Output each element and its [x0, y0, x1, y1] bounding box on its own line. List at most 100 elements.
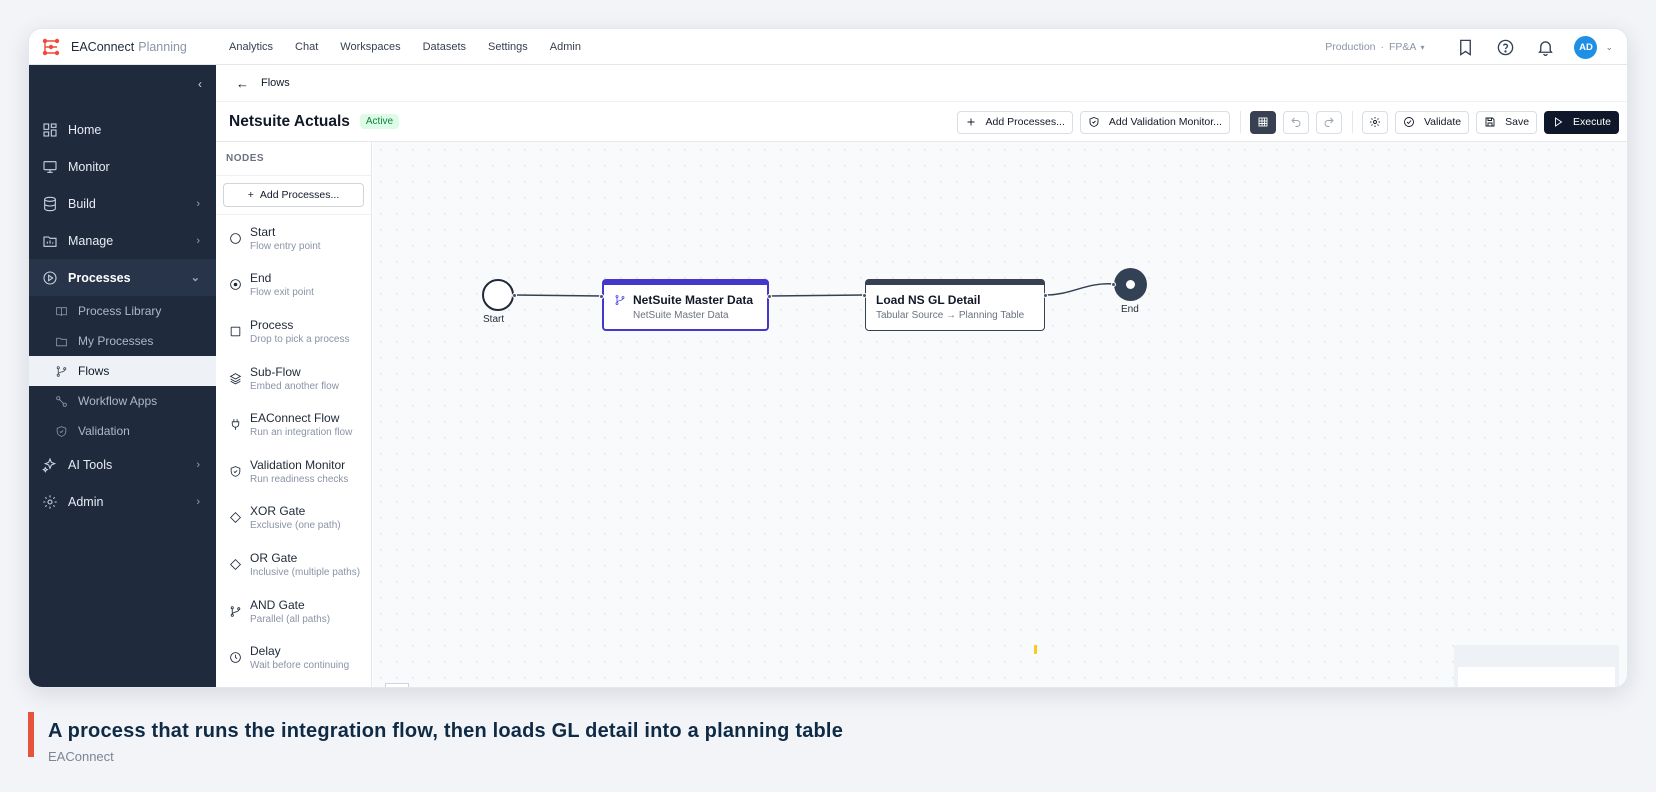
- nav-chat[interactable]: Chat: [295, 41, 318, 53]
- node-title: AND Gate: [250, 597, 305, 612]
- node-subtitle: Parallel (all paths): [250, 613, 331, 625]
- flow-canvas[interactable]: Start NetSuite Master Data NetSuite Mast…: [373, 142, 1627, 687]
- save-button[interactable]: Save: [1476, 110, 1538, 134]
- execute-label: Execute: [1573, 116, 1611, 128]
- toolbar-divider: [1239, 111, 1241, 133]
- node-palette-sub-flow[interactable]: Sub-Flow Embed another flow: [216, 355, 371, 402]
- app-logo[interactable]: EAConnect Planning: [41, 37, 221, 57]
- node-palette-or-gate[interactable]: OR Gate Inclusive (multiple paths): [216, 541, 371, 588]
- flow-header: Netsuite Actuals Active Add Processes...…: [216, 102, 1627, 142]
- node-palette-delay[interactable]: Delay Wait before continuing: [216, 634, 371, 681]
- nav-analytics[interactable]: Analytics: [229, 41, 273, 53]
- nodes-panel: NODES + Add Processes... Start Flow entry…: [216, 142, 372, 687]
- play-icon: [1555, 117, 1563, 127]
- sidebar-subitem-flows[interactable]: Flows: [29, 356, 216, 386]
- sidebar-item-processes[interactable]: Processes ⌄: [29, 259, 216, 296]
- process-node-load-ns-gl-detail[interactable]: Load NS GL Detail Tabular Source → Plann…: [865, 279, 1045, 331]
- add-processes-button[interactable]: Add Processes...: [956, 110, 1073, 134]
- shield-check-icon: [56, 425, 67, 437]
- help-icon[interactable]: [1492, 34, 1518, 60]
- logo-icon: [42, 38, 60, 55]
- node-title: NetSuite Master Data: [633, 293, 754, 307]
- sidebar-subitem-process-library[interactable]: Process Library: [29, 296, 216, 326]
- nav-workspaces[interactable]: Workspaces: [340, 41, 400, 53]
- nav-settings[interactable]: Settings: [488, 41, 528, 53]
- chevron-down-icon: ▾: [1420, 42, 1425, 52]
- node-subtitle: Run readiness checks: [250, 473, 349, 485]
- node-subtitle: Wait before continuing: [250, 660, 350, 672]
- panel-add-processes-button[interactable]: + Add Processes...: [223, 183, 364, 207]
- node-subtitle: Flow entry point: [250, 240, 321, 252]
- end-node[interactable]: [1114, 268, 1147, 301]
- sidebar-item-monitor[interactable]: Monitor: [29, 148, 216, 185]
- chevron-down-icon[interactable]: ⌄: [1605, 42, 1613, 53]
- nav-admin[interactable]: Admin: [550, 41, 581, 53]
- end-node-dot: [1126, 280, 1135, 289]
- sidebar-item-ai-tools[interactable]: AI Tools ›: [29, 446, 216, 483]
- breadcrumb-flows-link[interactable]: Flows: [261, 77, 290, 89]
- add-processes-label: Add Processes...: [985, 116, 1065, 128]
- status-badge: Active: [359, 114, 400, 129]
- connection-port[interactable]: [512, 293, 517, 298]
- nav-datasets[interactable]: Datasets: [423, 41, 466, 53]
- connection-port[interactable]: [1043, 293, 1048, 298]
- process-node-netsuite-master-data[interactable]: NetSuite Master Data NetSuite Master Dat…: [602, 279, 769, 331]
- connection-port[interactable]: [599, 294, 604, 299]
- node-title: Delay: [250, 644, 281, 659]
- node-palette-eaconnect-flow[interactable]: EAConnect Flow Run an integration flow: [216, 401, 371, 448]
- play-circle-icon: [43, 270, 57, 285]
- add-validation-monitor-button[interactable]: Add Validation Monitor...: [1079, 110, 1230, 134]
- environment-separator: ·: [1380, 41, 1385, 53]
- undo-button[interactable]: [1282, 110, 1309, 134]
- top-bar: EAConnect Planning Analytics Chat Worksp…: [29, 29, 1627, 65]
- node-title: Process: [250, 317, 294, 332]
- back-arrow-icon[interactable]: ←: [236, 76, 249, 91]
- sidebar-subitem-workflow-apps[interactable]: Workflow Apps: [29, 386, 216, 416]
- node-palette-validation-monitor[interactable]: Validation Monitor Run readiness checks: [216, 448, 371, 495]
- node-title: End: [250, 271, 272, 286]
- connection-port[interactable]: [1111, 282, 1116, 287]
- sidebar: ‹ Home Monitor Build › Manage › Processe…: [29, 65, 216, 687]
- layers-icon: [229, 372, 242, 384]
- zoom-controls[interactable]: [385, 683, 409, 687]
- redo-icon: [1324, 117, 1334, 127]
- plus-icon: +: [247, 189, 254, 201]
- connection-port[interactable]: [862, 293, 867, 298]
- add-validation-label: Add Validation Monitor...: [1108, 116, 1222, 128]
- minimap[interactable]: [1454, 645, 1619, 687]
- node-palette-process[interactable]: Process Drop to pick a process: [216, 308, 371, 355]
- bookmark-icon[interactable]: [1452, 34, 1478, 60]
- grid-toggle-button[interactable]: [1249, 110, 1276, 134]
- sidebar-subitem-validation[interactable]: Validation: [29, 416, 216, 446]
- node-palette-end[interactable]: End Flow exit point: [216, 262, 371, 309]
- folder-chart-icon: [43, 235, 57, 247]
- plus-icon: [967, 118, 975, 126]
- connection-port[interactable]: [767, 294, 772, 299]
- node-subtitle: Embed another flow: [250, 380, 339, 392]
- shield-check-icon: [230, 465, 241, 477]
- node-palette-and-gate[interactable]: AND Gate Parallel (all paths): [216, 588, 371, 635]
- collapse-sidebar-icon[interactable]: ‹: [198, 77, 202, 91]
- sidebar-item-build[interactable]: Build ›: [29, 185, 216, 222]
- start-node[interactable]: [482, 279, 514, 311]
- folder-icon: [56, 337, 67, 346]
- sidebar-item-home[interactable]: Home: [29, 111, 216, 148]
- sidebar-subitem-my-processes[interactable]: My Processes: [29, 326, 216, 356]
- undo-icon: [1291, 117, 1301, 127]
- execute-button[interactable]: Execute: [1544, 110, 1619, 134]
- node-palette-xor-gate[interactable]: XOR Gate Exclusive (one path): [216, 495, 371, 542]
- avatar[interactable]: AD: [1574, 35, 1598, 59]
- sidebar-item-manage[interactable]: Manage ›: [29, 222, 216, 259]
- validate-button[interactable]: Validate: [1394, 110, 1470, 134]
- redo-button[interactable]: [1315, 110, 1342, 134]
- node-palette-start[interactable]: Start Flow entry point: [216, 215, 371, 262]
- sidebar-item-label: AI Tools: [68, 457, 113, 472]
- git-branch-icon: [615, 295, 625, 305]
- edge-netsuite-to-load: [768, 294, 866, 297]
- sidebar-item-admin[interactable]: Admin ›: [29, 483, 216, 520]
- environment-selector[interactable]: Production · FP&A ▾: [1325, 41, 1424, 53]
- bell-icon[interactable]: [1532, 34, 1558, 60]
- brand-name: EAConnect: [71, 39, 135, 54]
- sidebar-item-label: Build: [68, 196, 96, 211]
- settings-button[interactable]: [1361, 110, 1388, 134]
